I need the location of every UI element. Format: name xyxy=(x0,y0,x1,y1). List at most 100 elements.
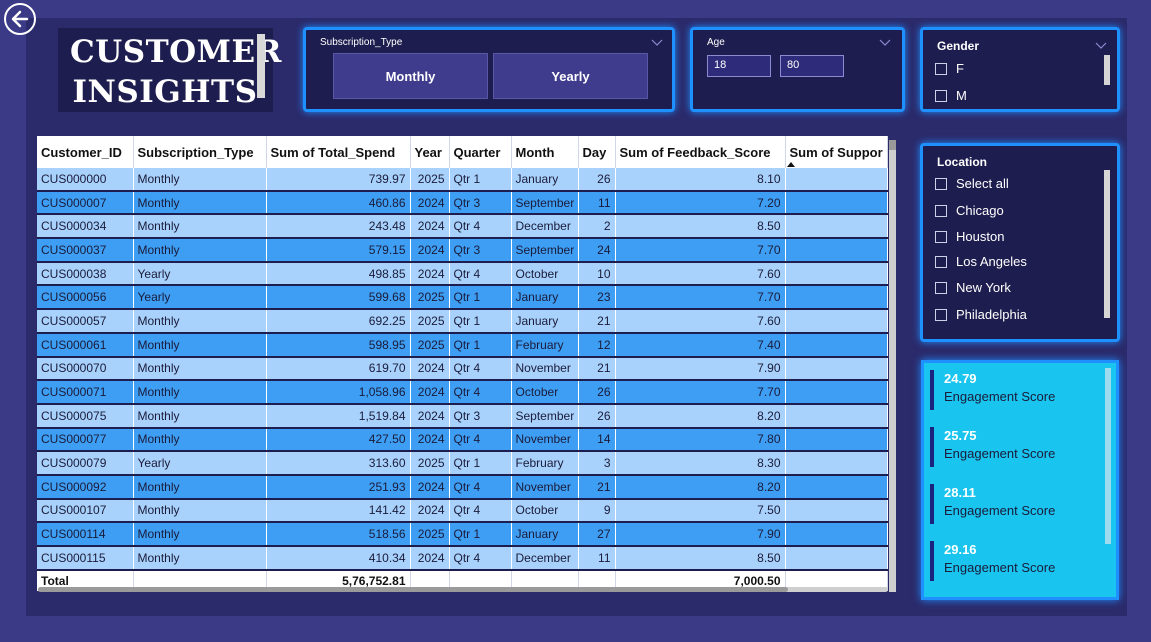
table-cell: Qtr 3 xyxy=(449,190,512,216)
gender-option-f[interactable]: F xyxy=(935,61,964,76)
engagement-item: 25.75 Engagement Score xyxy=(930,427,1100,467)
table-cell xyxy=(785,190,888,216)
table-cell: Monthly xyxy=(133,546,267,571)
location-option-chicago[interactable]: Chicago xyxy=(935,203,1004,218)
table-cell: CUS000000 xyxy=(37,168,134,192)
table-cell: Qtr 3 xyxy=(449,238,512,263)
table-scrollbar-thumb[interactable] xyxy=(889,140,896,150)
column-header-sorted[interactable]: Sum of Suppor xyxy=(785,136,888,168)
chevron-down-icon[interactable] xyxy=(879,37,891,47)
table-cell: Qtr 4 xyxy=(449,546,512,571)
table-cell: Qtr 4 xyxy=(449,214,512,240)
age-max-input[interactable]: 80 xyxy=(780,55,844,77)
column-header[interactable]: Customer_ID xyxy=(37,136,134,168)
table-row[interactable]: CUS000000 Monthly 739.97 2025 Qtr 1 January 26… xyxy=(37,168,888,192)
table-cell xyxy=(785,309,888,334)
table-row[interactable]: CUS000037 Monthly 579.15 2024 Qtr 3 September… xyxy=(37,238,888,263)
checkbox[interactable] xyxy=(935,308,947,321)
table-row[interactable]: CUS000092 Monthly 251.93 2024 Qtr 4 November 2… xyxy=(37,474,888,500)
engagement-item: 29.16 Engagement Score xyxy=(930,541,1100,581)
location-option-los-angeles[interactable]: Los Angeles xyxy=(935,254,1027,269)
chevron-down-icon[interactable] xyxy=(1095,40,1107,50)
table-scrollbar-thumb-horizontal[interactable] xyxy=(38,587,788,592)
engagement-score-card: 24.79 Engagement Score 25.75 Engagement … xyxy=(921,360,1119,600)
table-cell: Monthly xyxy=(133,522,267,547)
table-cell: 11 xyxy=(578,546,616,571)
table-cell: 1,519.84 xyxy=(266,403,411,429)
table-cell: CUS000037 xyxy=(37,238,134,263)
column-header[interactable]: Sum of Feedback_Score xyxy=(615,136,786,168)
checkbox[interactable] xyxy=(935,62,947,75)
scrollbar[interactable] xyxy=(1104,170,1110,318)
location-option-new-york[interactable]: New York xyxy=(935,280,1011,295)
table-row[interactable]: CUS000114 Monthly 518.56 2025 Qtr 1 January 27… xyxy=(37,522,888,547)
option-label: Philadelphia xyxy=(956,307,1027,322)
column-header[interactable]: Sum of Total_Spend xyxy=(266,136,411,168)
table-row[interactable]: CUS000115 Monthly 410.34 2024 Qtr 4 December 1… xyxy=(37,546,888,571)
table-cell: CUS000077 xyxy=(37,427,134,453)
back-button[interactable] xyxy=(4,3,36,35)
checkbox[interactable] xyxy=(935,230,947,243)
column-header[interactable]: Year xyxy=(410,136,450,168)
checkbox[interactable] xyxy=(935,177,947,190)
engagement-value: 29.16 xyxy=(944,542,977,557)
table-cell: 2024 xyxy=(410,356,450,382)
scrollbar[interactable] xyxy=(1104,55,1110,85)
location-option-philadelphia[interactable]: Philadelphia xyxy=(935,307,1027,322)
table-cell xyxy=(785,168,888,192)
table-row[interactable]: CUS000007 Monthly 460.86 2024 Qtr 3 September… xyxy=(37,190,888,216)
table-cell xyxy=(785,403,888,429)
table-cell: CUS000115 xyxy=(37,546,134,571)
table-cell: CUS000070 xyxy=(37,356,134,382)
table-row[interactable]: CUS000075 Monthly 1,519.84 2024 Qtr 3 Septemb… xyxy=(37,403,888,429)
checkbox[interactable] xyxy=(935,204,947,217)
table-cell: Qtr 4 xyxy=(449,261,512,287)
slicer-tile-yearly[interactable]: Yearly xyxy=(493,53,648,99)
table-cell: 2024 xyxy=(410,403,450,429)
option-label: Los Angeles xyxy=(956,254,1027,269)
slicer-tile-monthly[interactable]: Monthly xyxy=(333,53,488,99)
column-header[interactable]: Day xyxy=(578,136,616,168)
table-cell xyxy=(785,427,888,453)
table-cell: November xyxy=(511,474,579,500)
table-cell xyxy=(785,332,888,358)
table-cell xyxy=(785,522,888,547)
checkbox[interactable] xyxy=(935,89,947,102)
table-row[interactable]: CUS000071 Monthly 1,058.96 2024 Qtr 4 October… xyxy=(37,380,888,405)
table-row[interactable]: CUS000056 Yearly 599.68 2025 Qtr 1 January 23 7… xyxy=(37,285,888,311)
table-cell: 7.50 xyxy=(615,498,786,524)
table-row[interactable]: CUS000070 Monthly 619.70 2024 Qtr 4 November 2… xyxy=(37,356,888,382)
gender-option-m[interactable]: M xyxy=(935,88,967,103)
checkbox[interactable] xyxy=(935,281,947,294)
table-row[interactable]: CUS000038 Yearly 498.85 2024 Qtr 4 October 10 7… xyxy=(37,261,888,287)
table-cell: CUS000007 xyxy=(37,190,134,216)
table-row[interactable]: CUS000077 Monthly 427.50 2024 Qtr 4 November 1… xyxy=(37,427,888,453)
table-row[interactable]: CUS000034 Monthly 243.48 2024 Qtr 4 December 2… xyxy=(37,214,888,240)
table-cell xyxy=(785,285,888,311)
table-cell: 21 xyxy=(578,309,616,334)
column-header[interactable]: Quarter xyxy=(449,136,512,168)
table-cell: CUS000057 xyxy=(37,309,134,334)
column-header[interactable]: Month xyxy=(511,136,579,168)
table-cell: 8.50 xyxy=(615,214,786,240)
location-option-houston[interactable]: Houston xyxy=(935,229,1004,244)
table-cell: 518.56 xyxy=(266,522,411,547)
table-row[interactable]: CUS000107 Monthly 141.42 2024 Qtr 4 October 9 7… xyxy=(37,498,888,524)
table-row[interactable]: CUS000061 Monthly 598.95 2025 Qtr 1 February 1… xyxy=(37,332,888,358)
table-row[interactable]: CUS000057 Monthly 692.25 2025 Qtr 1 January 21… xyxy=(37,309,888,334)
location-option-select-all[interactable]: Select all xyxy=(935,176,1009,191)
table-cell: 2025 xyxy=(410,451,450,476)
checkbox[interactable] xyxy=(935,255,947,268)
table-cell: Qtr 4 xyxy=(449,474,512,500)
table-row[interactable]: CUS000079 Yearly 313.60 2025 Qtr 1 February 3 8… xyxy=(37,451,888,476)
table-scrollbar-vertical[interactable] xyxy=(889,140,896,592)
table-cell: November xyxy=(511,427,579,453)
age-min-input[interactable]: 18 xyxy=(707,55,771,77)
table-cell: 26 xyxy=(578,403,616,429)
scrollbar[interactable] xyxy=(1105,368,1111,544)
table-cell: Monthly xyxy=(133,238,267,263)
engagement-label: Engagement Score xyxy=(944,560,1056,575)
table-cell: Monthly xyxy=(133,190,267,216)
chevron-down-icon[interactable] xyxy=(651,37,663,47)
column-header[interactable]: Subscription_Type xyxy=(133,136,267,168)
